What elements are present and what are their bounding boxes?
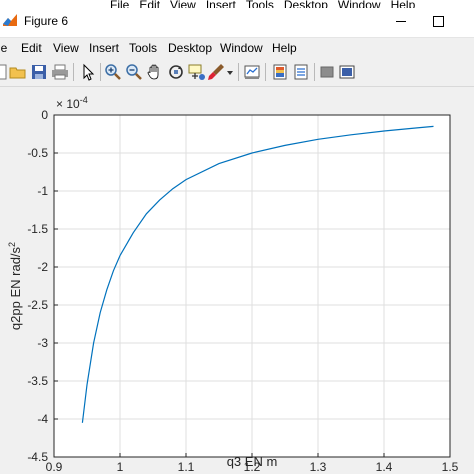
rotate-3d-icon[interactable] — [167, 63, 185, 81]
zoom-out-icon[interactable] — [125, 63, 143, 81]
background-menu-item: Desktop — [283, 0, 328, 8]
print-icon[interactable] — [51, 63, 69, 81]
menu-item-desktop[interactable]: Desktop — [168, 41, 212, 55]
y-tick-label: -3 — [37, 336, 48, 350]
background-menu-item: Window — [337, 0, 381, 8]
pointer-icon[interactable] — [79, 63, 97, 81]
y-axis-label: q2pp EN rad/s2 — [7, 242, 23, 330]
toolbar-separator — [73, 63, 74, 81]
toolbar-separator — [265, 63, 266, 81]
y-tick-labels: 0 -0.5 -1 -1.5 -2 -2.5 -3 -3.5 -4 -4.5 — [27, 108, 48, 464]
menu-item-window[interactable]: Window — [220, 41, 263, 55]
x-tick-label: 1.1 — [178, 460, 195, 474]
minimize-button[interactable] — [378, 6, 424, 36]
title-bar: File Edit View Insert Tools Desktop Window Help… — [0, 0, 474, 38]
menu-bar: le Edit View Insert Tools Desktop Window Help — [0, 38, 474, 58]
zoom-in-icon[interactable] — [104, 63, 122, 81]
x-tick-label: 1 — [117, 460, 124, 474]
menu-item-tools[interactable]: Tools — [129, 41, 157, 55]
data-cursor-icon[interactable] — [188, 63, 206, 81]
background-menu-item: File — [110, 0, 130, 8]
hide-plot-tools-icon[interactable] — [318, 63, 336, 81]
x-tick-label: 1.5 — [442, 460, 459, 474]
save-icon[interactable] — [30, 63, 48, 81]
legend-icon[interactable] — [292, 63, 310, 81]
link-plot-icon[interactable] — [243, 63, 261, 81]
x-tick-label: 0.9 — [46, 460, 63, 474]
menu-item-le[interactable]: le — [0, 41, 7, 55]
x-tick-label: 1.4 — [376, 460, 393, 474]
background-menu-item: Tools — [245, 0, 274, 8]
y-tick-label: 0 — [41, 108, 48, 122]
y-tick-label: -1 — [37, 184, 48, 198]
y-tick-label: -4.5 — [27, 450, 48, 464]
window-title: Figure 6 — [24, 14, 69, 28]
background-menu-item: View — [170, 0, 196, 8]
colorbar-icon[interactable] — [271, 63, 289, 81]
pan-hand-icon[interactable] — [146, 63, 164, 81]
toolbar-separator — [314, 63, 315, 81]
y-tick-label: -2 — [37, 260, 48, 274]
show-plot-tools-icon[interactable] — [338, 63, 356, 81]
y-tick-label: -4 — [37, 412, 48, 426]
figure-toolbar — [0, 58, 474, 87]
menu-item-view[interactable]: View — [53, 41, 79, 55]
y-tick-label: -2.5 — [27, 298, 48, 312]
toolbar-separator — [100, 63, 101, 81]
background-menu-item: Edit — [139, 0, 161, 8]
menu-item-edit[interactable]: Edit — [21, 41, 42, 55]
y-tick-label: -3.5 — [27, 374, 48, 388]
x-axis-label: q3 EN m — [227, 454, 278, 469]
y-tick-label: -0.5 — [27, 146, 48, 160]
figure-canvas: 0.9 1 1.1 1.2 1.3 1.4 1.5 0 -0.5 -1 -1.5 -2 -2.5 -3-… — [0, 87, 474, 474]
matlab-figure-icon — [3, 14, 17, 26]
x-tick-label: 1.3 — [310, 460, 327, 474]
y-tick-label: -1.5 — [27, 222, 48, 236]
background-menu-item: Insert — [205, 0, 236, 8]
maximize-button[interactable] — [424, 6, 470, 36]
open-folder-icon[interactable] — [9, 63, 27, 81]
menu-item-insert[interactable]: Insert — [89, 41, 119, 55]
brush-icon[interactable] — [207, 63, 225, 81]
y-exponent-label: × 10-4 — [56, 95, 88, 111]
menu-item-help[interactable]: Help — [272, 41, 297, 55]
dropdown-arrow-icon[interactable] — [226, 63, 234, 81]
toolbar-separator — [238, 63, 239, 81]
